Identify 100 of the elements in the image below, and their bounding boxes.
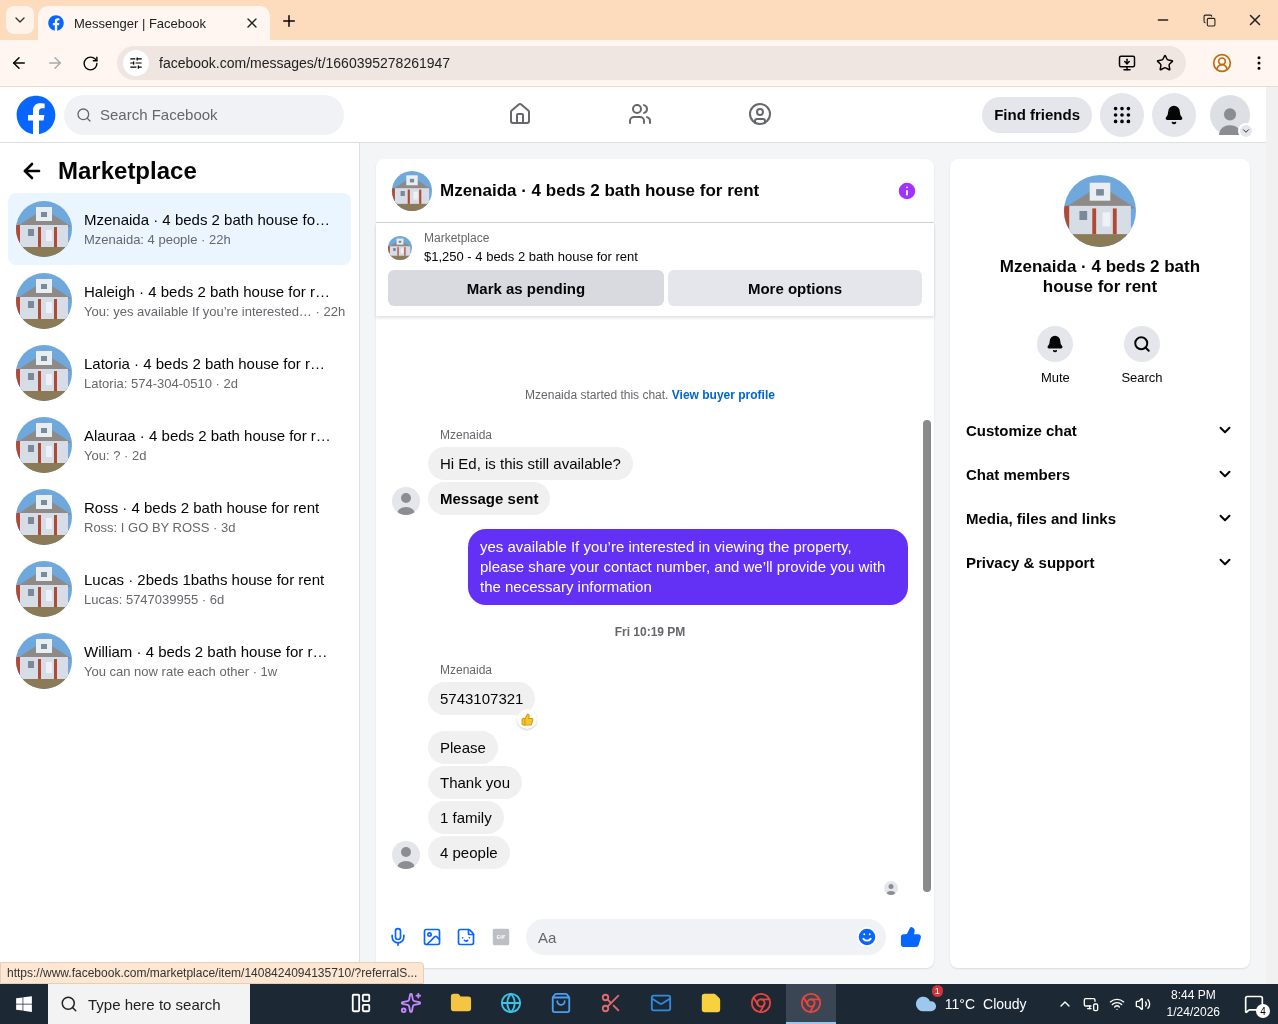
message-bubble: 4 people [428,836,510,869]
message-bubble: yes available If you’re interested in viewing the property, please share your contact number, and we’ll provide you with the necessary information [468,529,908,605]
conversation-title: Ross · 4 beds 2 bath house for rent [84,499,320,516]
seen-avatar [884,881,898,895]
store-icon [550,992,572,1014]
sidebar-title: Marketplace [58,157,197,185]
panel-section[interactable]: Customize chat [966,408,1234,452]
tab-list-button[interactable] [6,6,34,34]
facebook-logo[interactable] [16,94,56,135]
search-button[interactable]: Search [1115,325,1169,386]
conversation-title: Mzenaida · 4 beds 2 bath house fo… [84,211,330,228]
message-bubble: Thank you [428,766,523,799]
conversation-preview: Ross: I GO BY ROSS · 3d [84,520,237,535]
site-settings-button[interactable] [123,50,149,76]
back-icon[interactable] [10,54,28,72]
conversation-item[interactable]: Lucas · 2beds 1baths house for rent Lucas: 5747039955 · 6d [8,553,351,625]
browser-icon [500,992,522,1014]
notification-count: 4 [1256,1004,1270,1018]
mail-icon [650,992,672,1014]
home-icon [508,101,532,126]
chat-notice: Mzenaida started this chat. View buyer profile [524,388,776,402]
message-bubble: Hi Ed, is this still available? [428,447,633,480]
bookmark-star-icon[interactable] [1156,54,1174,72]
conversation-title: Latoria · 4 beds 2 bath house for r… [84,355,325,372]
url-text: facebook.com/messages/t/1660395278261947 [159,55,452,71]
sticker-icon[interactable] [456,927,476,947]
listing-label: Marketplace [424,231,491,245]
device-icon[interactable] [1082,996,1099,1012]
conversation-item[interactable]: Latoria · 4 beds 2 bath house for r… Latoria: 574-304-0510 · 2d [8,337,351,409]
conversation-item[interactable]: William · 4 beds 2 bath house for r… You can now rate each other · 1w [8,625,351,697]
conversation-item[interactable]: Ross · 4 beds 2 bath house for rent Ross: I GO BY ROSS · 3d [8,481,351,553]
sparkle-icon [400,992,422,1014]
search-icon [60,995,78,1013]
conversation-preview: Latoria: 574-304-0510 · 2d [84,376,239,391]
conversation-item[interactable]: Alauraa · 4 beds 2 bath house for r… You: ? · 2d [8,409,351,481]
clock-date[interactable]: 1/24/2026 [1166,1004,1220,1021]
browser-tab[interactable]: Messenger | Facebook [38,6,270,40]
view-profile-link[interactable]: View buyer profile [671,388,775,402]
image-icon[interactable] [422,927,442,947]
restore-icon[interactable] [1202,13,1216,27]
panel-section[interactable]: Chat members [966,452,1234,496]
sender-name: Mzenaida [440,428,493,442]
listing-action-button[interactable]: More options [668,270,922,306]
sender-avatar [392,841,420,869]
message-bubble: Message sent [428,482,551,515]
listing-action-button[interactable]: Mark as pending [388,270,664,306]
sender-name: Mzenaida [440,663,493,677]
conversation-title: Haleigh · 4 beds 2 bath house for r… [84,283,331,300]
conversation-preview: Mzenaida: 4 people · 22h [84,232,232,247]
facebook-icon [48,15,64,31]
message-timestamp: Fri 10:19 PM [613,625,687,639]
conversation-item[interactable]: Haleigh · 4 beds 2 bath house for r… You: yes available If you’re interested… · 22h [8,265,351,337]
chat-title: Mzenaida · 4 beds 2 bath house for rent [440,180,761,201]
friends-icon [628,101,652,126]
listing-title: $1,250 - 4 beds 2 bath house for rent [424,249,638,264]
message-icon [1244,994,1264,1014]
profile-icon[interactable] [1212,53,1232,73]
volume-icon[interactable] [1134,996,1151,1012]
new-tab-icon[interactable] [280,12,298,30]
reload-icon[interactable] [82,54,99,72]
install-icon[interactable] [1118,54,1136,72]
chrome-icon [800,992,822,1014]
wifi-icon[interactable] [1108,996,1125,1012]
clock-time[interactable]: 8:44 PM [1170,987,1216,1004]
microphone-icon[interactable] [388,927,408,947]
sender-avatar [392,487,420,515]
task-view-icon [350,992,372,1014]
weather-condition: Cloudy [983,996,1027,1012]
scissors-icon [600,992,622,1014]
mute-button[interactable]: Mute [1031,325,1080,386]
conversation-preview: You: yes available If you’re interested… · 22h [84,304,343,319]
search-icon [1133,335,1151,353]
notifications-button[interactable] [1152,92,1196,137]
message-field[interactable]: Aa [526,919,886,955]
taskbar-search-field[interactable]: Type here to search [48,984,250,1024]
emoji-icon[interactable] [856,926,878,948]
address-bar[interactable]: facebook.com/messages/t/1660395278261947 [117,46,1186,80]
info-icon[interactable] [896,179,918,202]
conversation-preview: Lucas: 5747039955 · 6d [84,592,226,607]
conversation-preview: You can now rate each other · 1w [84,664,279,679]
caret-icon[interactable] [1238,122,1254,139]
temperature: 11°C [944,996,975,1012]
menu-grid-button[interactable] [1100,92,1144,137]
conversation-item[interactable]: Mzenaida · 4 beds 2 bath house fo… Mzenaida: 4 people · 22h [8,193,351,265]
note-icon [700,992,722,1014]
conversation-preview: You: ? · 2d [84,448,148,463]
groups-icon [748,101,772,126]
message-bubble: Please [428,731,498,764]
bell-icon [1164,104,1184,125]
find-friends-button[interactable]: Find friends [982,96,1092,133]
thumbs-up-icon[interactable] [900,926,922,948]
message-bubble: 1 family [428,801,504,834]
panel-section[interactable]: Media, files and links [966,496,1234,540]
weather-badge: 1 [931,985,943,997]
search-field[interactable]: Search Facebook [64,94,344,135]
chrome-icon [750,992,772,1014]
search-icon [76,106,92,123]
panel-section[interactable]: Privacy & support [966,540,1234,584]
page-scrollbar[interactable] [1266,87,1278,984]
account-avatar[interactable] [1210,94,1250,135]
